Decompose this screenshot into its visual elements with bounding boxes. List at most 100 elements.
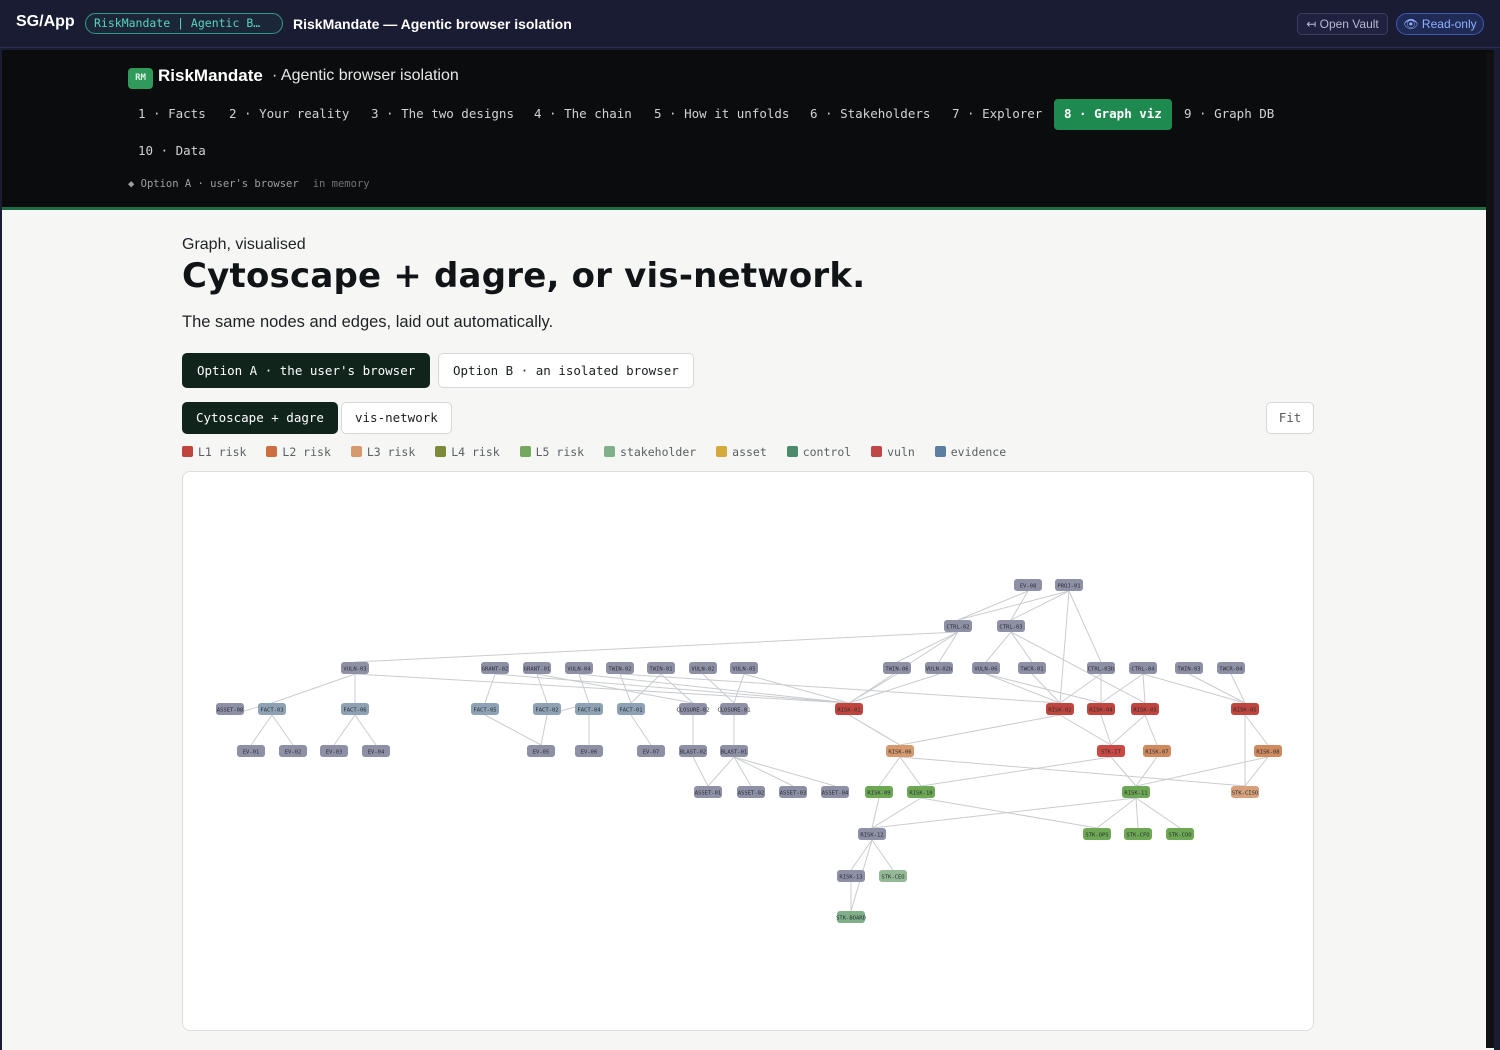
graph-node[interactable]: GRANT-01 [523,662,551,674]
graph-node[interactable]: RISK-02 [1046,703,1074,715]
graph-node[interactable]: TWCR-01 [1018,662,1046,674]
graph-node[interactable]: RISK-09 [865,786,893,798]
graph-node[interactable]: BLAST-02 [679,745,707,757]
graph-node[interactable]: EV-05 [527,745,555,757]
graph-node[interactable]: RISK-01 [835,703,863,715]
tab-graph-db[interactable]: 9 · Graph DB [1174,99,1284,129]
engine-vis-network-button[interactable]: vis-network [341,402,452,434]
graph-node[interactable]: RISK-06 [886,745,914,757]
page-scrollbar[interactable] [1486,52,1494,1048]
graph-node[interactable]: STK-CFO [1124,828,1152,840]
graph-node[interactable]: STK-BOARD [836,911,866,923]
graph-node[interactable]: VULN-02 [689,662,717,674]
option-b-button[interactable]: Option B · an isolated browser [438,353,694,388]
document-title: RiskMandate — Agentic browser isolation [293,16,572,32]
fit-button[interactable]: Fit [1266,402,1314,434]
graph-node[interactable]: BLAST-01 [720,745,748,757]
graph-node[interactable]: EV-08 [1014,579,1042,591]
graph-node[interactable]: VULN-04 [565,662,593,674]
graph-node[interactable]: STK-OPS [1083,828,1111,840]
open-vault-button[interactable]: ↤ Open Vault [1297,13,1388,35]
legend-swatch [519,446,531,457]
graph-node[interactable]: STK-IT [1097,745,1125,757]
graph-node-label: RISK-05 [1233,708,1256,714]
graph-node[interactable]: GRANT-02 [481,662,509,674]
graph-node[interactable]: TWIN-03 [1175,662,1203,674]
graph-node[interactable]: RISK-08 [1254,745,1282,757]
graph-node[interactable]: ASSET-02 [737,786,765,798]
tab-explorer[interactable]: 7 · Explorer [942,99,1052,129]
graph-node[interactable]: RISK-03 [1131,703,1159,715]
graph-node-label: CTRL-04 [1131,667,1155,673]
option-a-button[interactable]: Option A · the user's browser [182,353,431,388]
graph-node[interactable]: RISK-04 [1087,703,1115,715]
graph-node[interactable]: VULN-05 [730,662,758,674]
graph-node[interactable]: CTRL-03 [997,620,1025,632]
graph-edge [1031,673,1061,704]
graph-node[interactable]: VULN-03 [341,662,369,674]
graph-node[interactable]: RISK-12 [858,828,886,840]
tab-how-it-unfolds[interactable]: 5 · How it unfolds [644,99,799,129]
graph-node[interactable]: ASSET-04 [821,786,849,798]
graph-node[interactable]: FACT-03 [258,703,286,715]
graph-node[interactable]: VULN-06 [972,662,1000,674]
graph-node[interactable]: RISK-13 [837,870,865,882]
graph-node[interactable]: RISK-05 [1231,703,1259,715]
legend-swatch [786,446,798,457]
graph-node[interactable]: RISK-07 [1143,745,1171,757]
graph-node[interactable]: STK-CEO [879,870,907,882]
graph-node[interactable]: ASSET-01 [694,786,722,798]
graph-node[interactable]: EV-06 [575,745,603,757]
graph-node[interactable]: PROJ-01 [1055,579,1083,591]
tab-graph-viz[interactable]: 8 · Graph viz [1054,99,1172,130]
graph-node[interactable]: ASSET-03 [779,786,807,798]
graph-node[interactable]: FACT-06 [341,703,369,715]
graph-edge [271,673,356,704]
graph-node-label: ASSET-01 [695,791,722,797]
legend-label: L1 risk [198,445,247,459]
graph-edge [333,714,356,746]
graph-node[interactable]: ASSET-08 [216,703,244,715]
graph-node[interactable]: EV-03 [320,745,348,757]
graph-node[interactable]: EV-01 [237,745,265,757]
graph-node[interactable]: CLOSURE-02 [676,703,710,715]
tab-two-designs[interactable]: 3 · The two designs [361,99,524,129]
graph-node[interactable]: STK-CISO [1231,786,1259,798]
legend-item: evidence [934,445,1006,459]
graph-node[interactable]: CTRL-02 [944,620,972,632]
graph-node[interactable]: FACT-02 [533,703,561,715]
graph-node[interactable]: TWIN-06 [883,662,911,674]
graph-nodes[interactable]: EV-08 PROJ-01 CTRL-02 CTRL-03 VULN-03 GRANT-0… [216,579,1282,923]
graph-node[interactable]: CTRL-03b [1087,662,1115,674]
graph-svg[interactable]: EV-08 PROJ-01 CTRL-02 CTRL-03 VULN-03 GRANT-0… [183,472,1314,1031]
tab-your-reality[interactable]: 2 · Your reality [219,99,359,129]
graph-node[interactable]: RISK-11 [1122,786,1150,798]
graph-node[interactable]: FACT-04 [575,703,603,715]
graph-node[interactable]: CLOSURE-01 [717,703,751,715]
app-brand[interactable]: SG/App [16,13,75,31]
graph-node[interactable]: FACT-05 [471,703,499,715]
graph-node[interactable]: STK-COO [1166,828,1194,840]
graph-node[interactable]: TWIN-02 [606,662,634,674]
graph-node[interactable]: CTRL-04 [1129,662,1157,674]
engine-cytoscape-button[interactable]: Cytoscape + dagre [182,402,338,434]
graph-node[interactable]: VULN-02b [925,662,953,674]
graph-node[interactable]: FACT-01 [617,703,645,715]
graph-node[interactable]: TWIN-01 [647,662,675,674]
graph-node[interactable]: RISK-10 [907,786,935,798]
tab-stakeholders[interactable]: 6 · Stakeholders [800,99,940,129]
graph-edge [871,797,1137,829]
vault-breadcrumb-pill[interactable]: RiskMandate | Agentic B… [85,13,283,34]
read-only-badge[interactable]: 👁 Read-only [1396,13,1484,35]
graph-canvas[interactable]: EV-08 PROJ-01 CTRL-02 CTRL-03 VULN-03 GRANT-0… [182,471,1314,1031]
tab-data[interactable]: 10 · Data [128,136,216,166]
tab-the-chain[interactable]: 4 · The chain [524,99,642,129]
graph-node[interactable]: EV-04 [362,745,390,757]
tab-facts[interactable]: 1 · Facts [128,99,216,129]
graph-node[interactable]: EV-02 [279,745,307,757]
graph-node-label: RISK-06 [888,750,911,756]
graph-node-label: RISK-12 [860,833,883,839]
legend-label: L4 risk [451,445,500,459]
graph-node[interactable]: TWCR-04 [1217,662,1245,674]
graph-node[interactable]: EV-07 [637,745,665,757]
